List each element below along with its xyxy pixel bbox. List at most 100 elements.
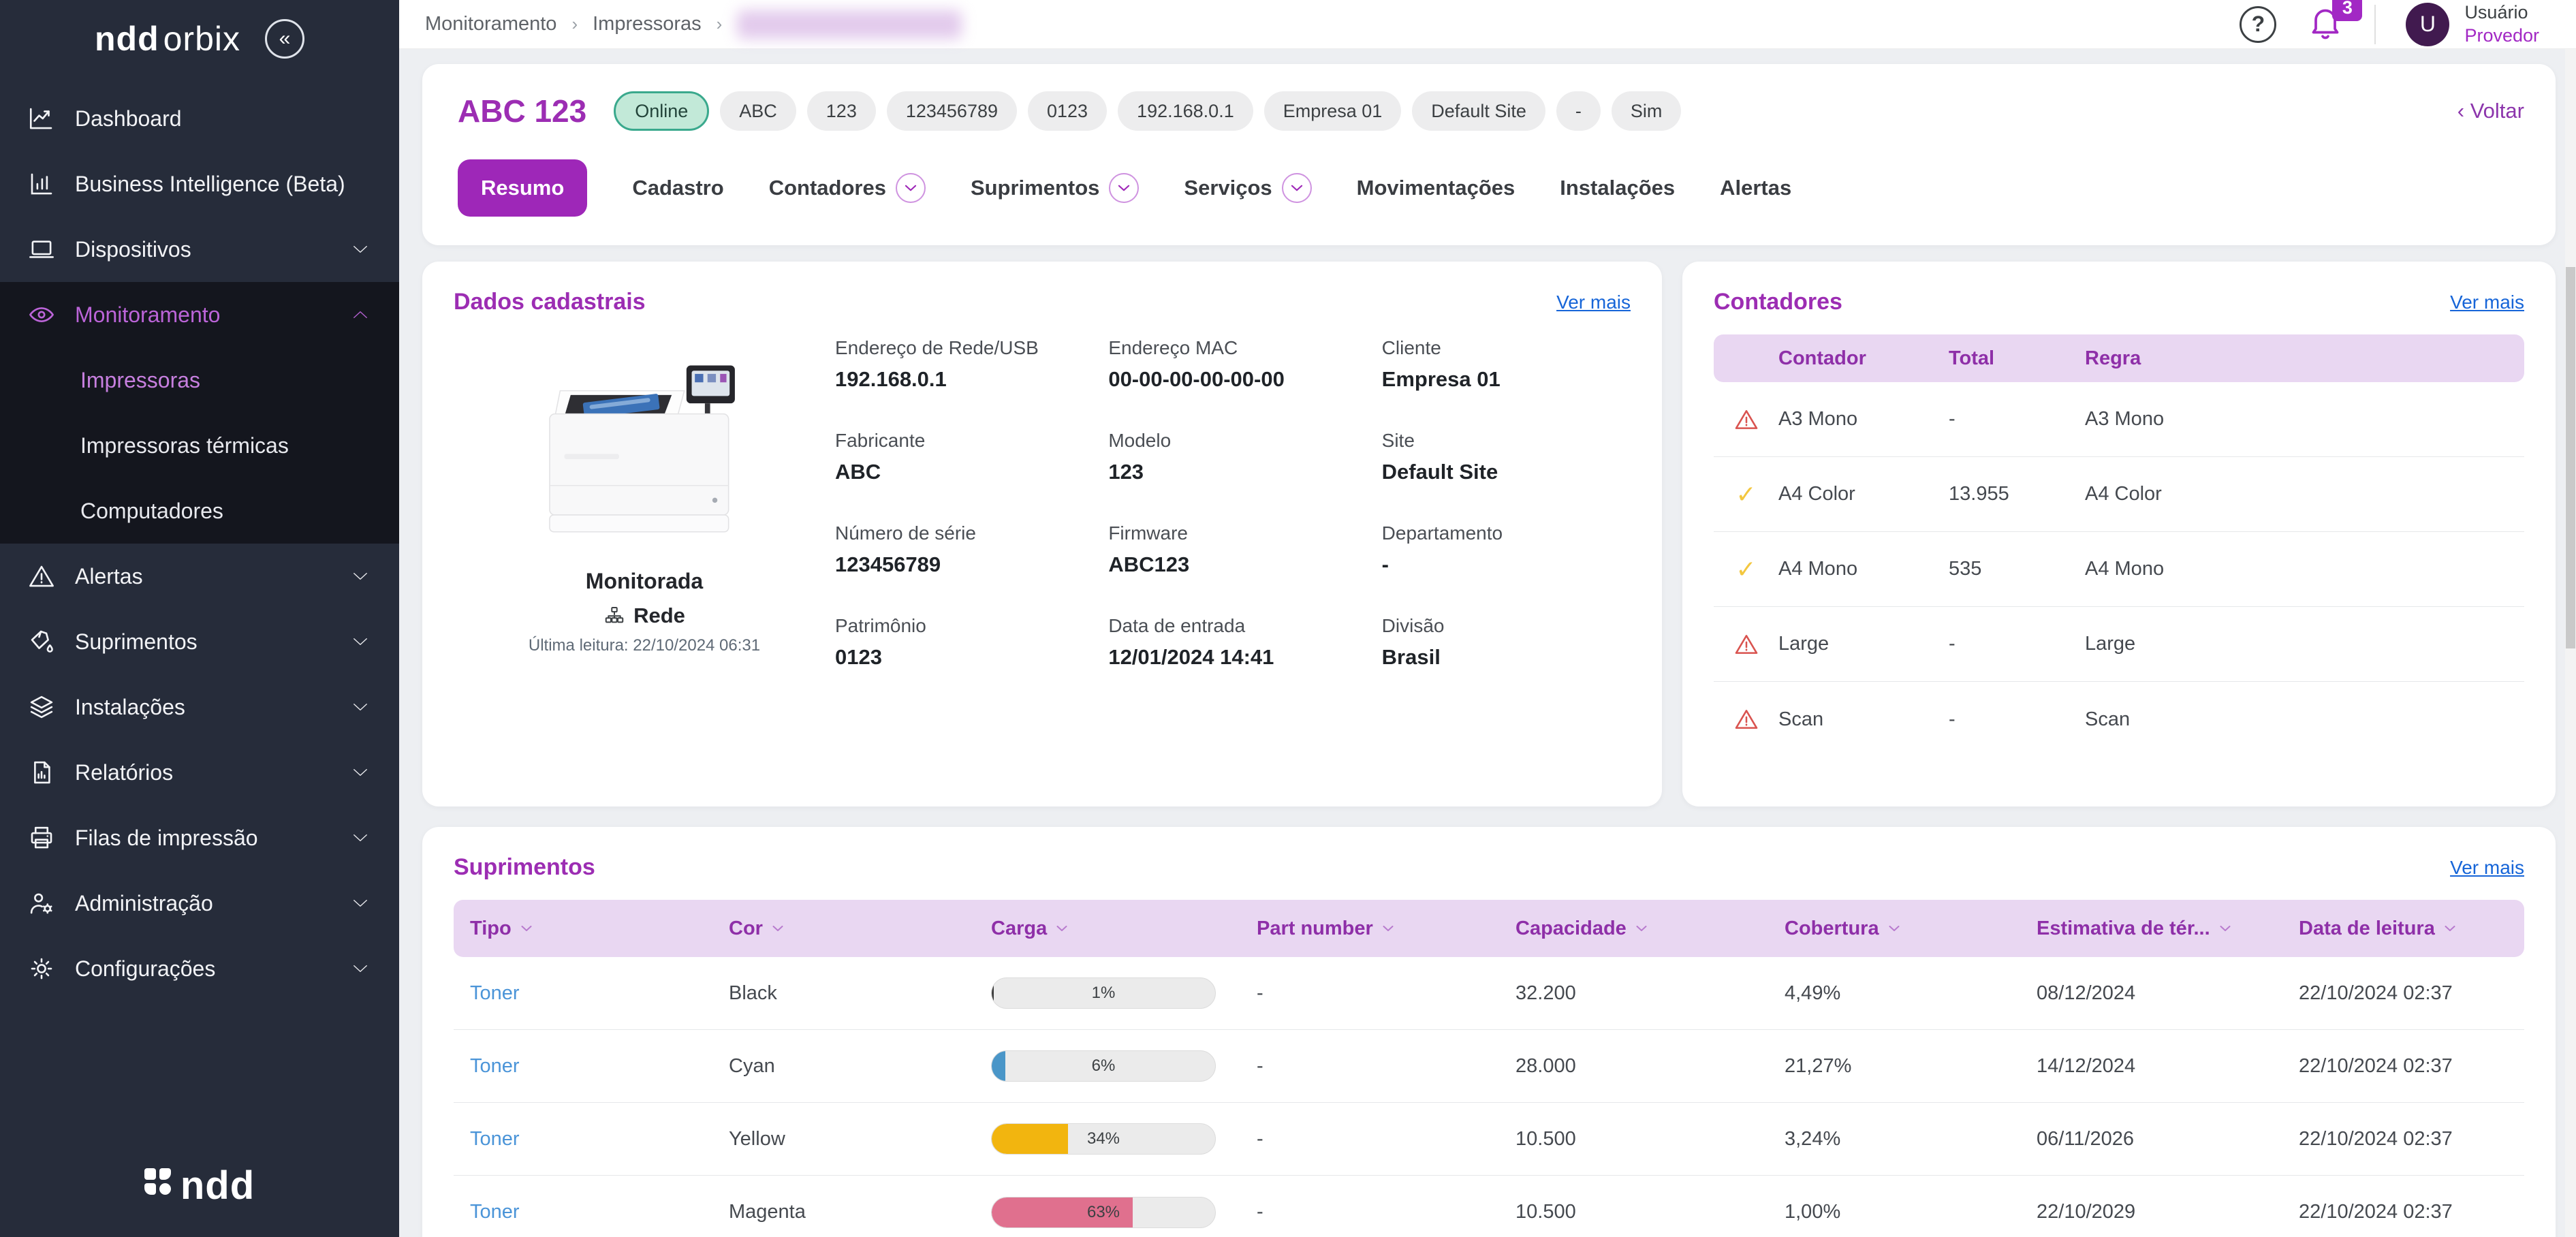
network-icon [603, 605, 625, 627]
sidebar-item-suprimentos[interactable]: Suprimentos [0, 609, 399, 674]
user-menu[interactable]: U Usuário Provedor [2406, 1, 2539, 48]
chevron-down-icon[interactable] [1282, 173, 1312, 203]
field-modelo: Modelo 123 [1108, 430, 1357, 484]
ver-mais-link[interactable]: Ver mais [1556, 292, 1631, 313]
suprimentos-card: Suprimentos Ver mais Tipo Cor Carga Part… [422, 827, 2556, 1237]
field-label: Patrimônio [835, 615, 1084, 637]
sidebar-subitem-impressoras[interactable]: Impressoras [0, 347, 399, 413]
column-header-cor[interactable]: Cor [729, 918, 991, 940]
sidebar-item-administra-o[interactable]: Administração [0, 871, 399, 936]
notifications-bell-icon[interactable]: 3 [2306, 3, 2344, 45]
tab-suprimentos[interactable]: Suprimentos [971, 173, 1139, 203]
tab-servi-os[interactable]: Serviços [1184, 173, 1311, 203]
total-cell: - [1949, 708, 2085, 731]
line-chart-icon [27, 104, 56, 133]
help-icon[interactable]: ? [2240, 6, 2276, 43]
sidebar-subitem-impressoras-t-rmicas[interactable]: Impressoras térmicas [0, 413, 399, 478]
tab-contadores[interactable]: Contadores [769, 173, 926, 203]
contador-cell: A3 Mono [1778, 408, 1949, 430]
chevron-down-icon [349, 957, 372, 980]
status-chip-online: Online [614, 91, 709, 131]
breadcrumb-item[interactable]: Impressoras [593, 13, 702, 35]
app-root: nddorbix « Dashboard Business Intelligen… [0, 0, 2576, 1237]
laptop-icon [27, 235, 56, 264]
sidebar-collapse-button[interactable]: « [265, 19, 304, 59]
sidebar-item-dashboard[interactable]: Dashboard [0, 86, 399, 151]
sort-chevron-icon [1633, 920, 1650, 937]
column-header[interactable]: Total [1949, 347, 2085, 370]
carga-percent-label: 1% [992, 978, 1215, 1008]
data-leitura-cell: 22/10/2024 02:37 [2299, 1201, 2524, 1223]
part-number-cell: - [1257, 982, 1515, 1005]
column-header-cobertura[interactable]: Cobertura [1785, 918, 2037, 940]
last-read-timestamp: Última leitura: 22/10/2024 06:31 [454, 636, 835, 655]
tipo-link[interactable]: Toner [470, 1128, 729, 1150]
user-gear-icon [27, 889, 56, 918]
tipo-link[interactable]: Toner [470, 1055, 729, 1078]
field-label: Departamento [1382, 522, 1631, 544]
device-fields: Endereço de Rede/USB 192.168.0.1 Endereç… [835, 333, 1631, 670]
sidebar-item-instala-es[interactable]: Instalações [0, 674, 399, 740]
sidebar-item-filas-de-impress-o[interactable]: Filas de impressão [0, 805, 399, 871]
carga-bar: 34% [991, 1123, 1216, 1155]
column-header-capacidade[interactable]: Capacidade [1515, 918, 1785, 940]
cor-cell: Magenta [729, 1201, 991, 1223]
tab-cadastro[interactable]: Cadastro [632, 176, 723, 200]
sidebar-item-business-intelligence-beta[interactable]: Business Intelligence (Beta) [0, 151, 399, 217]
column-header-data-de-leitura[interactable]: Data de leitura [2299, 918, 2524, 940]
capacidade-cell: 10.500 [1515, 1201, 1785, 1223]
column-header-part-number[interactable]: Part number [1257, 918, 1515, 940]
field-label: Divisão [1382, 615, 1631, 637]
estimativa-cell: 08/12/2024 [2037, 982, 2299, 1005]
contador-cell: A4 Color [1778, 483, 1949, 505]
carga-bar: 63% [991, 1197, 1216, 1228]
suprimento-row-yellow: Toner Yellow 34% - 10.500 3,24% 06/11/20… [454, 1103, 2524, 1176]
tab-resumo[interactable]: Resumo [458, 159, 587, 217]
field-site: Site Default Site [1382, 430, 1631, 484]
check-icon: ✓ [1735, 555, 1756, 584]
column-header[interactable]: Contador [1778, 347, 1949, 370]
back-link[interactable]: ‹ Voltar [2457, 99, 2524, 123]
chevron-down-icon[interactable] [896, 173, 926, 203]
tipo-link[interactable]: Toner [470, 982, 729, 1005]
tab-movimenta-es[interactable]: Movimentações [1357, 176, 1515, 200]
monitor-status: Monitorada [454, 569, 835, 594]
user-name: Usuário [2464, 1, 2539, 25]
sidebar-item-dispositivos[interactable]: Dispositivos [0, 217, 399, 282]
column-header-carga[interactable]: Carga [991, 918, 1257, 940]
info-chip: 0123 [1028, 91, 1107, 131]
sort-chevron-icon [2442, 920, 2458, 937]
chevron-down-icon [349, 695, 372, 719]
topbar-divider [2374, 5, 2376, 44]
cobertura-cell: 4,49% [1785, 982, 2037, 1005]
cobertura-cell: 3,24% [1785, 1128, 2037, 1150]
avatar: U [2406, 3, 2449, 46]
carga-bar: 1% [991, 977, 1216, 1009]
sort-chevron-icon [1380, 920, 1396, 937]
user-role: Provedor [2464, 25, 2539, 48]
tab-instala-es[interactable]: Instalações [1560, 176, 1675, 200]
regra-cell: Large [2085, 633, 2524, 655]
tab-alertas[interactable]: Alertas [1720, 176, 1791, 200]
sidebar-item-relat-rios[interactable]: Relatórios [0, 740, 399, 805]
chevron-down-icon[interactable] [1109, 173, 1139, 203]
ver-mais-link[interactable]: Ver mais [2450, 857, 2524, 879]
info-chip: 123 [807, 91, 876, 131]
breadcrumb-item[interactable]: Monitoramento [425, 13, 556, 35]
sidebar-item-monitoramento[interactable]: Monitoramento [0, 282, 399, 347]
info-chip: - [1556, 91, 1601, 131]
dados-cadastrais-card: Dados cadastrais Ver mais [422, 262, 1662, 807]
ver-mais-link[interactable]: Ver mais [2450, 292, 2524, 313]
tipo-link[interactable]: Toner [470, 1201, 729, 1223]
sidebar-item-alertas[interactable]: Alertas [0, 544, 399, 609]
gear-icon [27, 954, 56, 983]
sidebar-subitem-computadores[interactable]: Computadores [0, 478, 399, 544]
cor-cell: Black [729, 982, 991, 1005]
scrollbar-thumb[interactable] [2566, 267, 2575, 648]
column-header-tipo[interactable]: Tipo [470, 918, 729, 940]
column-header-estimativa-de-t-r[interactable]: Estimativa de tér... [2037, 918, 2299, 940]
field-label: Endereço MAC [1108, 337, 1357, 359]
sidebar-item-configura-es[interactable]: Configurações [0, 936, 399, 1001]
column-header[interactable]: Regra [2085, 347, 2524, 370]
layers-icon [27, 693, 56, 721]
